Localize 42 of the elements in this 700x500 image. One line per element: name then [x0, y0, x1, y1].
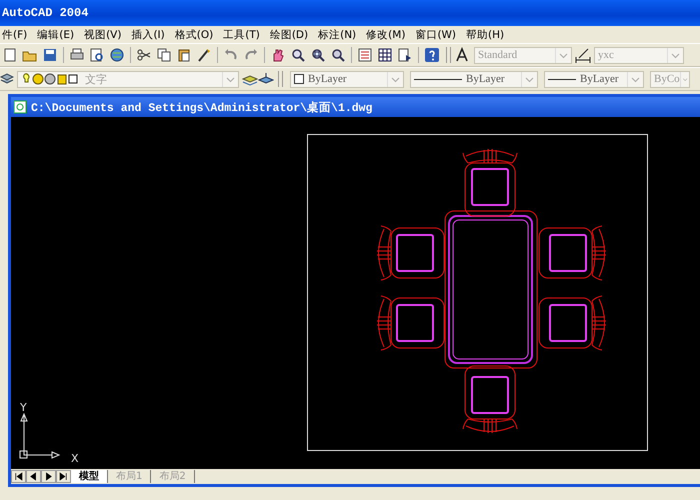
- menu-item[interactable]: 标注(N): [313, 28, 362, 42]
- menu-item[interactable]: 工具(T): [218, 28, 265, 42]
- menu-item[interactable]: 格式(O): [170, 28, 218, 42]
- copy-icon[interactable]: [156, 47, 172, 63]
- zoom-window-icon[interactable]: [310, 47, 326, 63]
- document-title: C:\Documents and Settings\Administrator\桌面\1.dwg: [31, 100, 372, 114]
- new-file-icon[interactable]: [2, 47, 18, 63]
- menu-item[interactable]: 编辑(E): [32, 28, 80, 42]
- menu-item[interactable]: 绘图(D): [264, 28, 314, 42]
- app-title: AutoCAD 2004: [2, 6, 88, 20]
- dimension-style-icon[interactable]: [575, 47, 591, 63]
- menu-item[interactable]: 窗口(W): [410, 28, 462, 42]
- menu-item[interactable]: 视图(V): [79, 28, 126, 42]
- first-page-icon[interactable]: [11, 470, 26, 483]
- drawing-file-icon: [13, 100, 27, 114]
- prev-page-icon[interactable]: [26, 470, 41, 483]
- preview-icon[interactable]: [89, 47, 105, 63]
- menu-item[interactable]: 插入(I): [126, 28, 170, 42]
- menu-item[interactable]: 修改(M): [361, 28, 410, 42]
- layout-tab[interactable]: 模型: [71, 470, 108, 483]
- scissors-icon[interactable]: [136, 47, 152, 63]
- dropdown-arrow-icon: [680, 72, 689, 86]
- color-dropdown[interactable]: ByLayer: [290, 70, 404, 88]
- design-center-icon[interactable]: [377, 47, 393, 63]
- globe-icon[interactable]: [109, 47, 125, 63]
- paste-icon[interactable]: [176, 47, 192, 63]
- menu-item[interactable]: 件(F): [0, 28, 32, 42]
- lineweight-dropdown[interactable]: ByLayer: [544, 70, 644, 88]
- last-page-icon[interactable]: [56, 470, 71, 483]
- zoom-realtime-icon[interactable]: [290, 47, 306, 63]
- ucs-axes-icon: [20, 412, 60, 459]
- brush-icon[interactable]: [196, 47, 212, 63]
- zoom-previous-icon[interactable]: [330, 47, 346, 63]
- tool-palette-icon[interactable]: [397, 47, 413, 63]
- y-axis-label: Y: [20, 401, 27, 414]
- properties-icon[interactable]: [357, 47, 373, 63]
- menu-item[interactable]: 帮助(H): [461, 28, 510, 42]
- linetype-dropdown[interactable]: ByLayer: [410, 70, 538, 88]
- help-icon[interactable]: [424, 47, 440, 63]
- x-axis-label: X: [71, 452, 79, 465]
- next-page-icon[interactable]: [41, 470, 56, 483]
- save-icon[interactable]: [42, 47, 58, 63]
